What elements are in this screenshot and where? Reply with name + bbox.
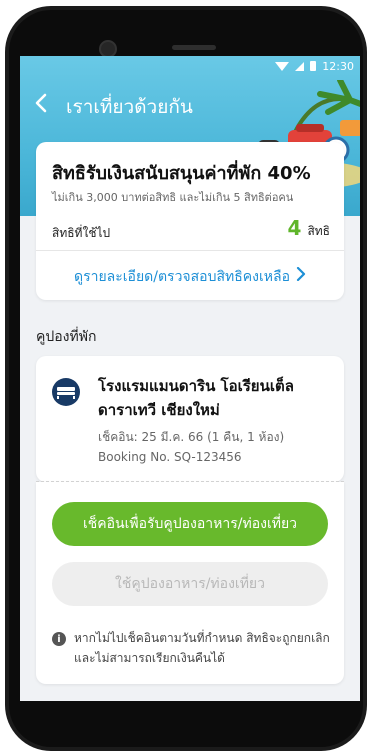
details-link-label[interactable]: ดูรายละเอียด/ตรวจสอบสิทธิคงเหลือ	[74, 269, 290, 285]
used-label: สิทธิที่ใช้ไป	[52, 226, 111, 240]
used-count: 4 สิทธิ	[288, 216, 330, 241]
used-count-unit: สิทธิ	[307, 224, 330, 238]
entitlement-subtitle: ไม่เกิน 3,000 บาทต่อสิทธิ และไม่เกิน 5 ส…	[52, 191, 294, 204]
app-screen: 12:30 เราเที่ยวด้วยกัน สิทธิรับเงินสนับส…	[20, 56, 360, 701]
card-divider	[36, 250, 344, 251]
coupon-actions-card: เช็คอินเพื่อรับคูปองอาหาร/ท่องเที่ยว ใช้…	[36, 482, 344, 684]
entitlement-title: สิทธิรับเงินสนับสนุนค่าที่พัก 40%	[52, 163, 311, 184]
info-icon: i	[52, 632, 66, 646]
booking-number: Booking No. SQ-123456	[98, 450, 242, 464]
page-title: เราเที่ยวด้วยกัน	[66, 96, 193, 118]
status-bar: 12:30	[275, 58, 354, 74]
status-time: 12:30	[322, 59, 354, 73]
wifi-icon	[275, 61, 290, 71]
hotel-name: โรงแรมแมนดาริน โอเรียนเต็ล ดาราเทวี เชีย…	[98, 377, 294, 419]
speaker-grille	[172, 45, 216, 50]
battery-icon	[310, 61, 317, 71]
chevron-right-icon[interactable]	[296, 267, 306, 281]
entitlement-card: สิทธิรับเงินสนับสนุนค่าที่พัก 40% ไม่เกิ…	[36, 142, 344, 300]
checkin-info: เช็คอิน: 25 มี.ค. 66 (1 คืน, 1 ห้อง)	[98, 430, 285, 444]
cancellation-notice: หากไม่ไปเช็คอินตามวันที่กำหนด สิทธิจะถูก…	[74, 631, 330, 665]
checkin-button[interactable]: เช็คอินเพื่อรับคูปองอาหาร/ท่องเที่ยว	[52, 502, 328, 546]
used-count-number: 4	[287, 216, 302, 240]
back-arrow-icon[interactable]	[34, 92, 48, 114]
section-title: คูปองที่พัก	[36, 329, 97, 345]
details-link[interactable]: ดูรายละเอียด/ตรวจสอบสิทธิคงเหลือ	[36, 266, 344, 288]
use-coupon-button[interactable]: ใช้คูปองอาหาร/ท่องเที่ยว	[52, 562, 328, 606]
hotel-bed-icon	[52, 378, 80, 406]
signal-icon	[295, 61, 305, 71]
hotel-coupon-card: โรงแรมแมนดาริน โอเรียนเต็ล ดาราเทวี เชีย…	[36, 356, 344, 482]
